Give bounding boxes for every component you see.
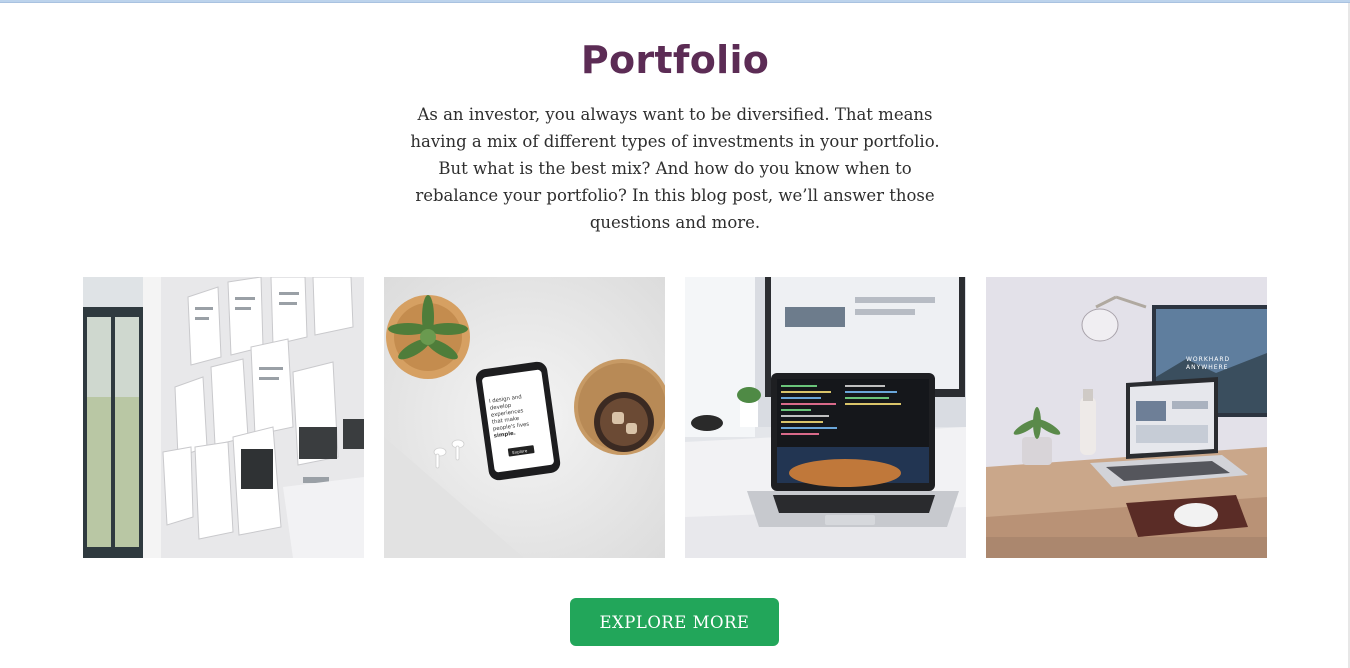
monitor-text-line-2: ANYWHERE <box>1186 364 1228 371</box>
phone-and-plant-image[interactable]: I design and develop experiences that ma… <box>384 277 665 558</box>
portfolio-gallery: I design and develop experiences that ma… <box>83 277 1267 558</box>
section-title: Portfolio <box>580 38 770 82</box>
wireframes-wall-image[interactable] <box>83 277 364 558</box>
section-intro: As an investor, you always want to be di… <box>410 105 940 232</box>
workspace-laptop-monitor-image[interactable]: WORKHARD ANYWHERE <box>986 277 1267 558</box>
monitor-text-line-1: WORKHARD <box>1186 356 1230 363</box>
browser-top-edge <box>0 0 1350 3</box>
explore-more-button[interactable]: EXPLORE MORE <box>570 598 779 646</box>
laptop-code-illustration <box>685 277 966 558</box>
laptop-code-desk-image[interactable] <box>685 277 966 558</box>
wireframes-wall-illustration <box>83 277 364 558</box>
workspace-illustration: WORKHARD ANYWHERE <box>986 277 1267 558</box>
phone-plant-illustration: I design and develop experiences that ma… <box>384 277 665 558</box>
